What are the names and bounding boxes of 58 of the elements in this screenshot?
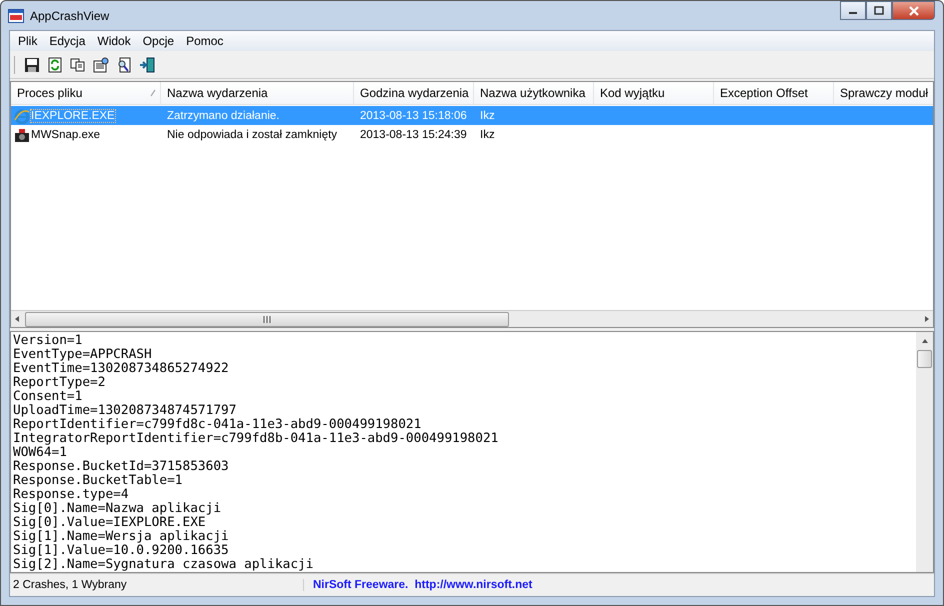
table-cell: Ikz <box>480 110 495 122</box>
column-header[interactable]: Nazwa wydarzenia <box>161 82 354 104</box>
menu-item[interactable]: Pomoc <box>180 34 230 48</box>
report-line: Sig[1].Value=10.0.9200.16635 <box>13 544 230 558</box>
report-line: Response.BucketTable=1 <box>13 474 184 488</box>
report-line: Response.type=4 <box>13 488 130 502</box>
table-cell: Zatrzymano działanie. <box>167 110 280 122</box>
maximize-button[interactable] <box>866 1 892 20</box>
column-header[interactable]: Godzina wydarzenia <box>354 82 474 104</box>
app-icon <box>8 8 24 22</box>
table-cell: MWSnap.exe <box>31 128 100 140</box>
report-line: Version=1 <box>13 334 84 348</box>
column-header[interactable]: Exception Offset <box>714 82 834 104</box>
status-text: 2 Crashes, 1 Wybrany <box>10 579 304 591</box>
window-title: AppCrashView <box>30 8 110 22</box>
close-icon <box>908 6 920 16</box>
table-cell: Ikz <box>480 128 495 140</box>
table-row[interactable]: MWSnap.exe Nie odpowiada i został zamknięty 2013-08-13 15:24:39 Ikz <box>11 125 933 144</box>
report-line: ReportIdentifier=c799fd8c-041a-11e3-abd9-000499198021 <box>13 418 422 432</box>
table-cell: Nie odpowiada i został zamknięty <box>167 128 338 140</box>
properties-icon[interactable] <box>91 54 111 74</box>
column-header[interactable]: Proces pliku <box>11 82 161 104</box>
report-line: Sig[1].Name=Wersja aplikacji <box>13 530 230 544</box>
report-line: Sig[0].Value=IEXPLORE.EXE <box>13 516 207 530</box>
close-button[interactable] <box>892 1 935 20</box>
report-line: Response.BucketId=3715853603 <box>13 460 230 474</box>
minimize-button[interactable] <box>840 1 866 20</box>
report-line: WOW64=1 <box>13 446 68 460</box>
right-arrow-icon[interactable] <box>923 315 930 323</box>
report-line: Sig[2].Name=Sygnatura czasowa aplikacji <box>13 558 314 572</box>
report-line: ReportType=2 <box>13 376 106 390</box>
menu-item[interactable]: Edycja <box>43 34 92 48</box>
maximize-icon <box>874 6 884 15</box>
table-cell: 2013-08-13 15:24:39 <box>360 128 467 140</box>
report-line: EventType=APPCRASH <box>13 348 153 362</box>
horizontal-scrollbar[interactable] <box>11 310 933 327</box>
scroll-thumb[interactable] <box>917 350 932 368</box>
report-line: UploadTime=130208734874571797 <box>13 404 238 418</box>
camera-icon <box>14 126 30 142</box>
report-line: Sig[0].Name=Nazwa aplikacji <box>13 502 222 516</box>
report-line: IntegratorReportIdentifier=c799fd8b-041a-11e3-abd9-000499198021 <box>13 432 500 446</box>
vertical-scrollbar[interactable] <box>916 332 933 572</box>
table-cell: IEXPLORE.EXE <box>31 110 115 122</box>
credit-link[interactable]: NirSoft Freeware. http://www.nirsoft.net <box>304 579 532 591</box>
report-line: Consent=1 <box>13 390 84 404</box>
up-arrow-icon[interactable] <box>920 338 928 345</box>
sort-icon <box>150 89 156 97</box>
column-header[interactable]: Kod wyjątku <box>594 82 714 104</box>
grip-icon <box>263 316 271 323</box>
report-line: EventTime=130208734865274922 <box>13 362 230 376</box>
table-cell: 2013-08-13 15:18:06 <box>360 110 467 122</box>
column-header[interactable]: Sprawczy moduł <box>834 82 933 104</box>
menu-item[interactable]: Opcje <box>136 34 180 48</box>
menu-item[interactable]: Widok <box>91 34 137 48</box>
menu-item[interactable]: Plik <box>12 34 44 48</box>
column-header[interactable]: Nazwa użytkownika <box>474 82 594 104</box>
exit-icon[interactable] <box>137 54 157 74</box>
left-arrow-icon[interactable] <box>14 315 21 323</box>
